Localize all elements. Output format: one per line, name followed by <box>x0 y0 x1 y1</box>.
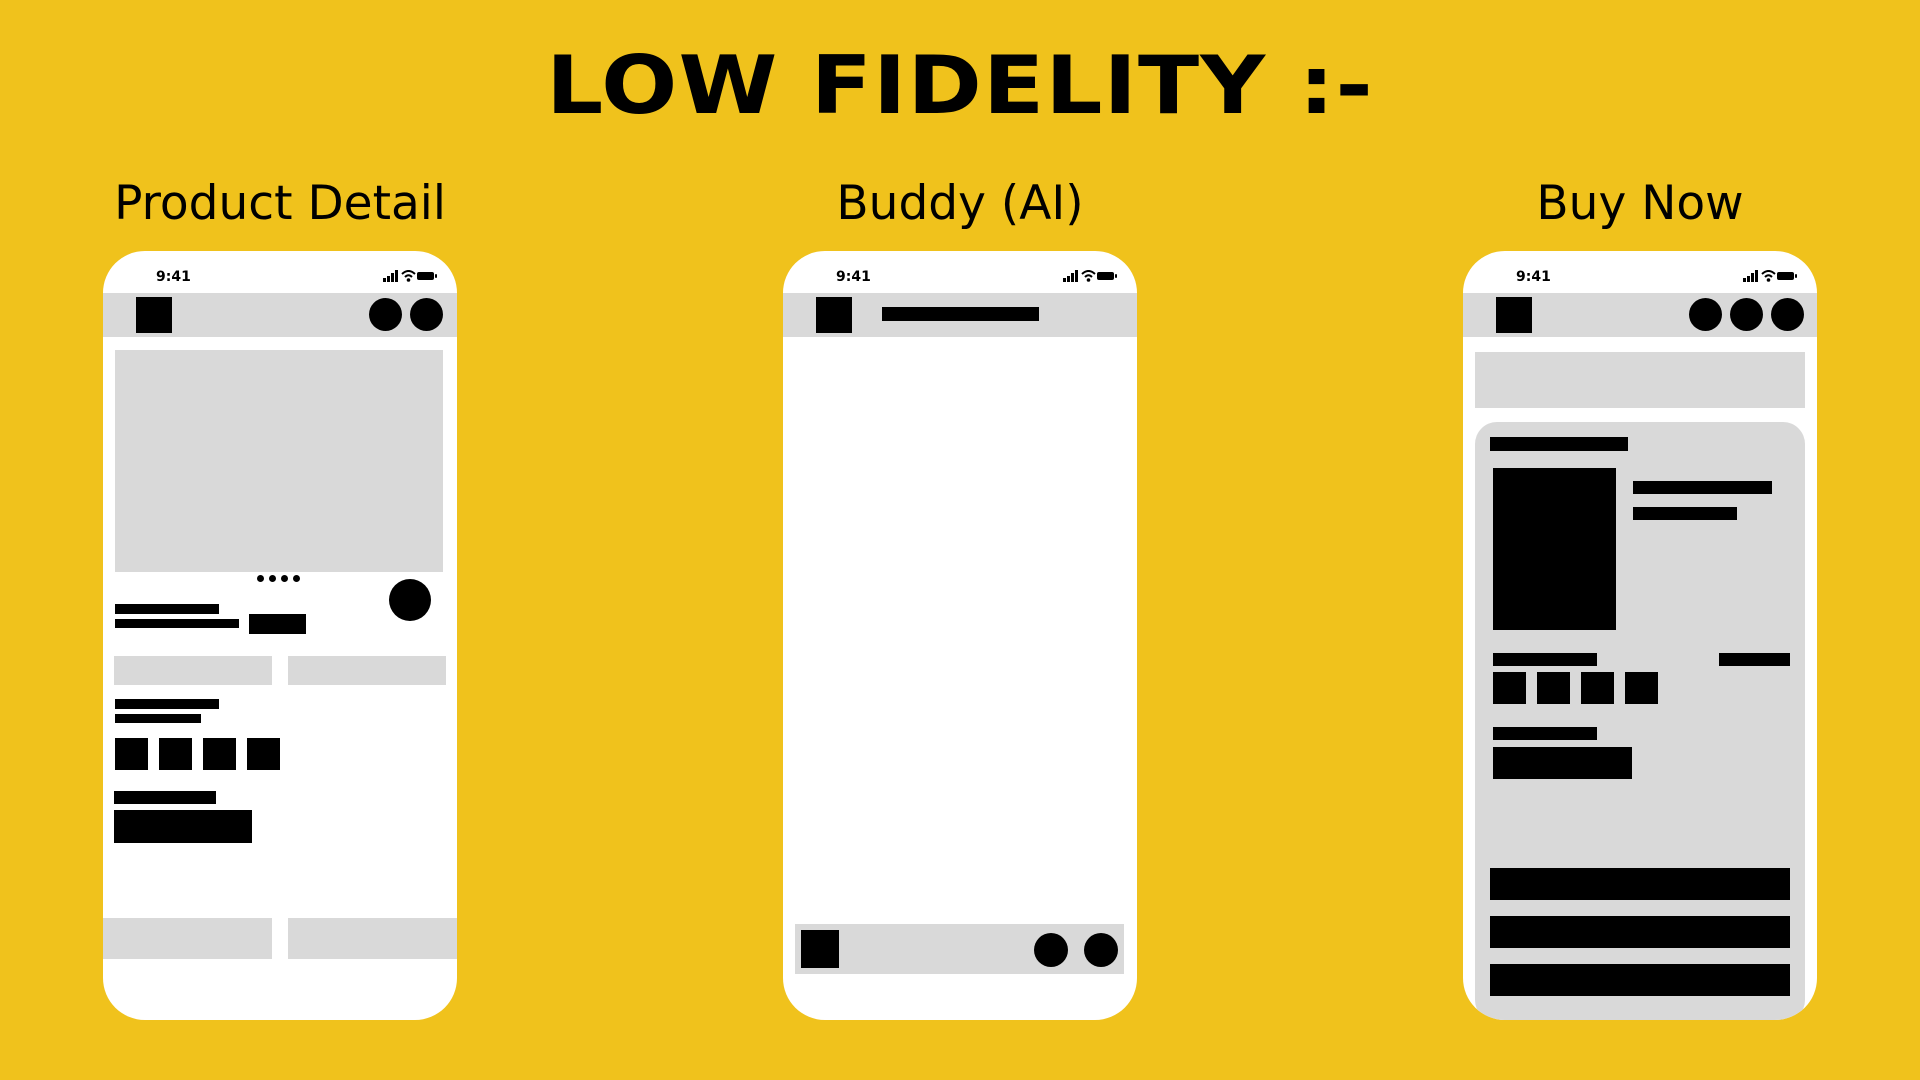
size-option-2[interactable] <box>159 738 192 770</box>
size-option-1[interactable] <box>1493 672 1526 704</box>
status-icons <box>1063 270 1123 282</box>
wifi-icon <box>401 270 416 282</box>
order-heading-line <box>1490 437 1628 451</box>
item-price-line <box>1633 507 1737 520</box>
size-option-2[interactable] <box>1537 672 1570 704</box>
price-block <box>249 614 306 634</box>
action-button-3[interactable] <box>1771 298 1804 331</box>
chat-title-line <box>882 307 1039 321</box>
option-tab-1[interactable] <box>114 656 272 685</box>
pagination-dots-icon[interactable] <box>257 575 303 583</box>
send-button[interactable] <box>1084 933 1118 967</box>
status-time: 9:41 <box>836 269 871 285</box>
quantity-block[interactable] <box>1493 747 1632 779</box>
screen-title-product-detail: Product Detail <box>114 176 446 231</box>
status-time: 9:41 <box>156 269 191 285</box>
place-order-button[interactable] <box>1490 964 1790 996</box>
chat-area <box>783 337 1137 901</box>
mic-button[interactable] <box>1034 933 1068 967</box>
status-icons <box>383 270 443 282</box>
chat-input-bar[interactable] <box>795 924 1124 974</box>
screen-title-buddy-ai: Buddy (AI) <box>836 176 1084 231</box>
payment-option-2[interactable] <box>1490 916 1790 948</box>
back-button[interactable] <box>136 297 172 333</box>
add-to-cart-button[interactable] <box>103 918 272 959</box>
product-name-line <box>115 604 219 614</box>
section-heading-line <box>115 699 219 709</box>
favorite-button[interactable] <box>389 579 431 621</box>
size-option-1[interactable] <box>115 738 148 770</box>
back-button[interactable] <box>1496 297 1532 333</box>
size-option-3[interactable] <box>203 738 236 770</box>
signal-bars-icon <box>1743 270 1758 282</box>
size-option-3[interactable] <box>1581 672 1614 704</box>
order-item-image <box>1493 468 1616 630</box>
product-subtitle-line <box>115 619 239 628</box>
wifi-icon <box>1081 270 1096 282</box>
status-icons <box>1743 270 1803 282</box>
quantity-label-line <box>114 791 216 804</box>
quantity-label-line <box>1493 727 1597 740</box>
action-button-1[interactable] <box>369 298 402 331</box>
action-button-1[interactable] <box>1689 298 1722 331</box>
phone-buy-now: 9:41 <box>1463 251 1817 1020</box>
back-button[interactable] <box>816 297 852 333</box>
screen-title-buy-now: Buy Now <box>1536 176 1744 231</box>
wifi-icon <box>1761 270 1776 282</box>
buy-now-button[interactable] <box>288 918 457 959</box>
battery-icon <box>417 272 434 280</box>
address-bar[interactable] <box>1475 352 1805 408</box>
attach-button[interactable] <box>801 930 839 968</box>
size-label-line <box>1493 653 1597 666</box>
signal-bars-icon <box>383 270 398 282</box>
size-value-line <box>1719 653 1790 666</box>
status-time: 9:41 <box>1516 269 1551 285</box>
phone-product-detail: 9:41 <box>103 251 457 1020</box>
section-subheading-line <box>115 714 201 723</box>
signal-bars-icon <box>1063 270 1078 282</box>
page-title: LOW FIDELITY :- <box>546 39 1374 132</box>
payment-option-1[interactable] <box>1490 868 1790 900</box>
quantity-block[interactable] <box>114 810 252 843</box>
option-tab-2[interactable] <box>288 656 446 685</box>
battery-icon <box>1777 272 1794 280</box>
size-option-4[interactable] <box>1625 672 1658 704</box>
size-option-4[interactable] <box>247 738 280 770</box>
battery-icon <box>1097 272 1114 280</box>
phone-buddy-ai: 9:41 <box>783 251 1137 1020</box>
action-button-2[interactable] <box>1730 298 1763 331</box>
action-button-2[interactable] <box>410 298 443 331</box>
item-name-line <box>1633 481 1772 494</box>
product-image <box>115 350 443 572</box>
